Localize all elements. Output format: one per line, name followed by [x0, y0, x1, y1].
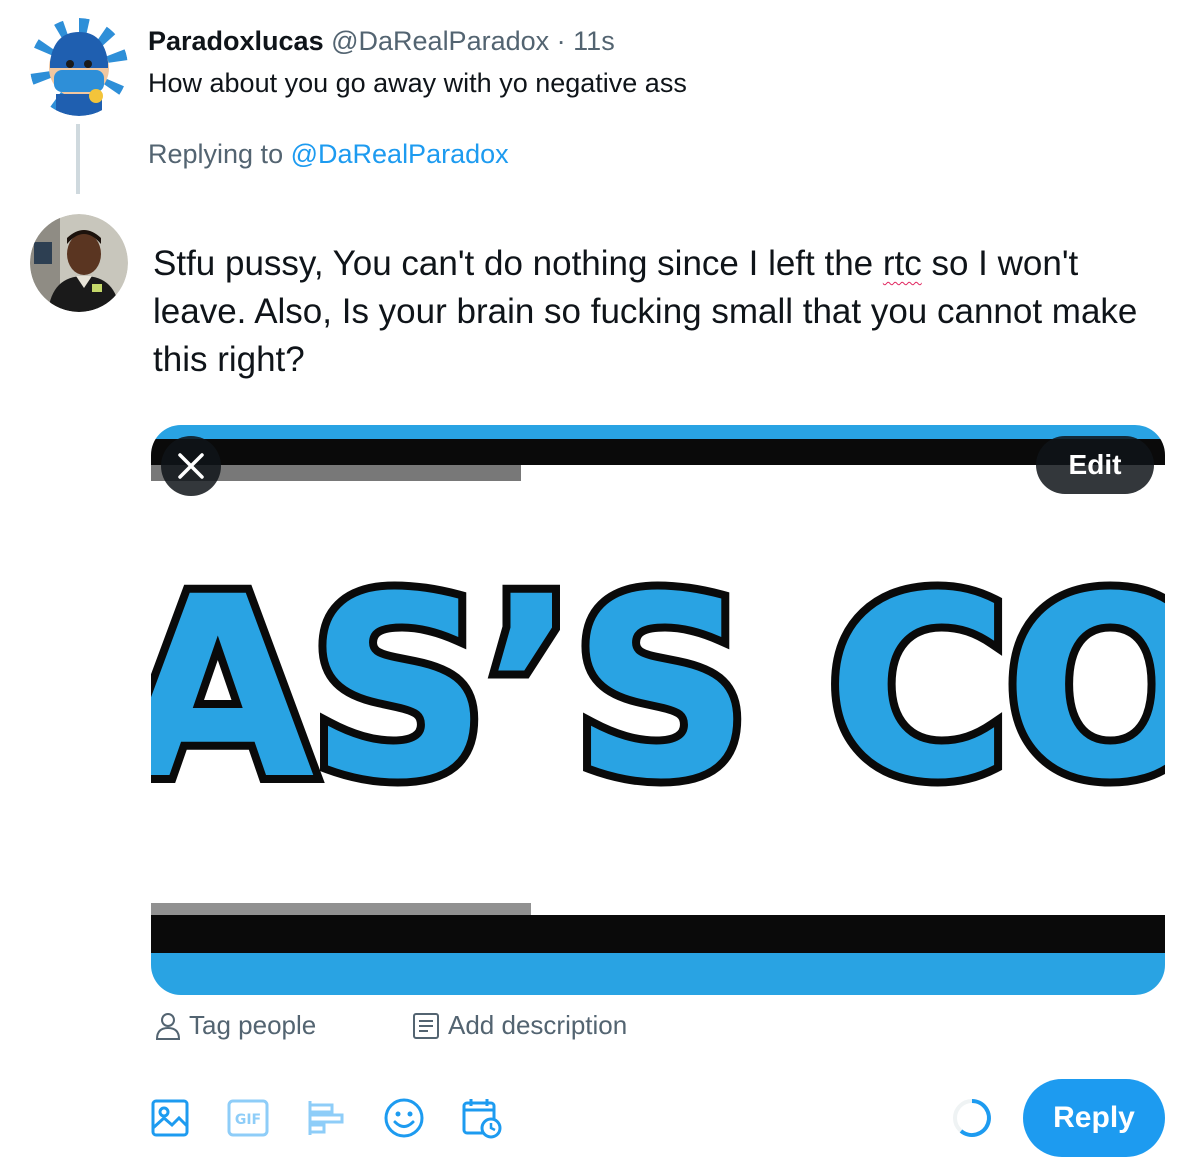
- tag-people-label: Tag people: [189, 1010, 317, 1040]
- image-text: AS’S COM: [151, 543, 1165, 834]
- add-description-label: Add description: [448, 1010, 628, 1040]
- emoji-icon: [384, 1098, 424, 1138]
- progress-ring-icon: [953, 1099, 991, 1137]
- replying-to-label: Replying to: [148, 139, 284, 169]
- poll-icon: [308, 1101, 344, 1135]
- close-icon: [178, 453, 204, 479]
- character-count-ring: [951, 1097, 993, 1139]
- attached-image-graphic: AS’S COM: [151, 425, 1165, 995]
- thread-line: [76, 124, 80, 194]
- description-icon: [413, 1012, 439, 1039]
- user-avatar[interactable]: [30, 214, 128, 312]
- handle[interactable]: @DaRealParadox: [331, 26, 549, 56]
- reply-textbox[interactable]: Stfu pussy, You can't do nothing since I…: [153, 240, 1173, 384]
- tag-people-button[interactable]: Tag people: [155, 1010, 316, 1041]
- gif-button[interactable]: GIF: [226, 1096, 270, 1140]
- poll-button[interactable]: [304, 1096, 348, 1140]
- schedule-icon: [462, 1099, 502, 1139]
- tweet-header: Paradoxlucas @DaRealParadox · 11s: [148, 26, 615, 57]
- display-name[interactable]: Paradoxlucas: [148, 26, 324, 56]
- misspelled-word[interactable]: rtc: [883, 244, 922, 283]
- timestamp[interactable]: 11s: [573, 26, 615, 56]
- avatar[interactable]: [30, 18, 128, 116]
- emoji-button[interactable]: [382, 1096, 426, 1140]
- compose-text-start: Stfu pussy, You can't do nothing since I…: [153, 244, 883, 283]
- add-description-button[interactable]: Add description: [412, 1010, 627, 1041]
- replying-to-mention[interactable]: @DaRealParadox: [291, 139, 509, 169]
- schedule-button[interactable]: [460, 1096, 504, 1140]
- media-button[interactable]: [148, 1096, 192, 1140]
- person-icon: [155, 1012, 181, 1040]
- gif-icon: GIF: [227, 1099, 269, 1137]
- edit-media-button[interactable]: Edit: [1036, 436, 1154, 494]
- image-icon: [151, 1099, 189, 1137]
- tweet-text: How about you go away with yo negative a…: [148, 68, 687, 98]
- reply-button[interactable]: Reply: [1023, 1079, 1165, 1157]
- remove-media-button[interactable]: [161, 436, 221, 496]
- gif-label: GIF: [235, 1112, 261, 1128]
- attached-image[interactable]: AS’S COM: [151, 425, 1165, 995]
- separator: ·: [556, 26, 566, 56]
- replying-to: Replying to @DaRealParadox: [148, 139, 509, 170]
